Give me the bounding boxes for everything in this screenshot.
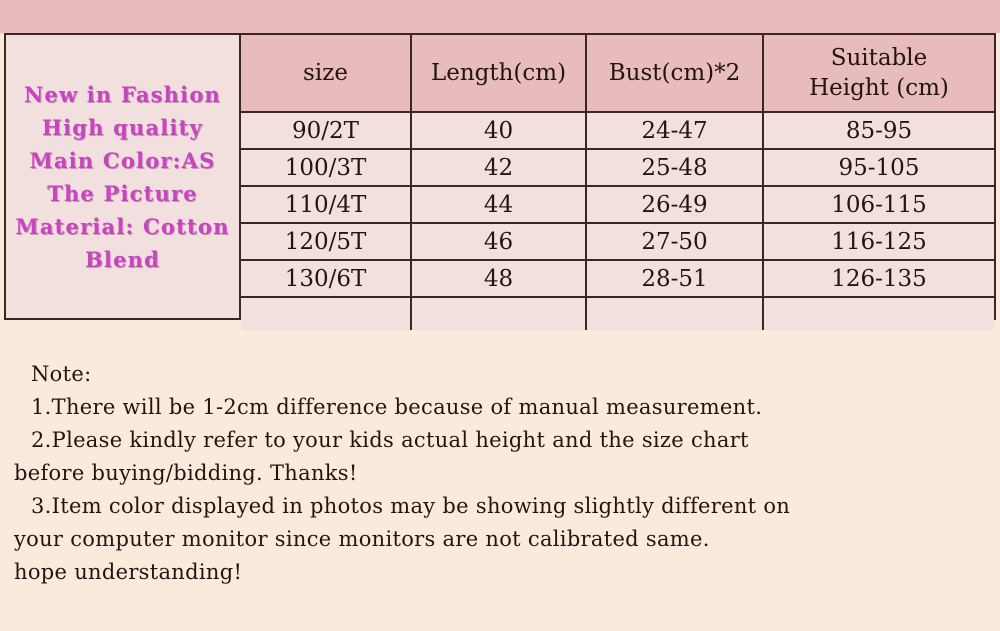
promo-line-material: Material: Cotton	[15, 213, 230, 239]
table-row: 120/5T 46 27-50 116-125	[241, 223, 994, 261]
column-header-length: Length(cm)	[411, 35, 587, 113]
notes-section: Note: 1.There will be 1-2cm difference b…	[0, 330, 1000, 589]
cell-size: 120/5T	[241, 223, 412, 261]
note-line-3a: 3.Item color displayed in photos may be …	[31, 494, 791, 518]
promo-panel: New in Fashion High quality Main Color:A…	[6, 35, 241, 318]
cell-length: 42	[411, 149, 587, 187]
column-header-suitable-height-line2: Height (cm)	[809, 75, 949, 101]
promo-line-the-picture: The Picture	[47, 180, 198, 206]
table-row: 90/2T 40 24-47 85-95	[241, 112, 994, 150]
cell-bust: 28-51	[586, 260, 764, 298]
column-header-size: size	[241, 35, 412, 113]
promo-line-high-quality: High quality	[42, 114, 203, 140]
cell-height: 126-135	[763, 260, 994, 298]
cell-size: 130/6T	[241, 260, 412, 298]
column-header-suitable-height-line1: Suitable	[830, 45, 928, 71]
note-line-2b: before buying/bidding. Thanks!	[14, 461, 358, 485]
cell-length: 44	[411, 186, 587, 224]
cell-bust: 24-47	[586, 112, 764, 150]
note-line-closing: hope understanding!	[14, 560, 243, 584]
cell-length: 46	[411, 223, 587, 261]
promo-line-blend: Blend	[84, 246, 161, 272]
promo-line-new-in-fashion: New in Fashion	[23, 81, 221, 107]
note-line-2a: 2.Please kindly refer to your kids actua…	[31, 428, 749, 452]
cell-size: 100/3T	[241, 149, 412, 187]
table-row-empty	[241, 297, 994, 333]
cell-length	[411, 297, 587, 333]
cell-length: 48	[411, 260, 587, 298]
column-header-suitable-height: Suitable Height (cm)	[763, 35, 994, 113]
cell-height: 95-105	[763, 149, 994, 187]
table-row: 110/4T 44 26-49 106-115	[241, 186, 994, 224]
cell-size: 110/4T	[241, 186, 412, 224]
table-row: 100/3T 42 25-48 95-105	[241, 149, 994, 187]
note-line-1a: 1.There will be 1-2cm difference because…	[31, 395, 763, 419]
table-header-row: size Length(cm) Bust(cm)*2 Suitable Heig…	[241, 35, 994, 113]
size-chart-page: New in Fashion High quality Main Color:A…	[0, 0, 1000, 631]
table-row: 130/6T 48 28-51 126-135	[241, 260, 994, 298]
size-chart-block: New in Fashion High quality Main Color:A…	[4, 33, 996, 333]
cell-height: 116-125	[763, 223, 994, 261]
notes-title: Note:	[31, 362, 92, 386]
promo-line-main-color: Main Color:AS	[29, 147, 216, 173]
cell-size: 90/2T	[241, 112, 412, 150]
top-decorative-band	[0, 0, 1000, 33]
cell-height: 85-95	[763, 112, 994, 150]
size-table: size Length(cm) Bust(cm)*2 Suitable Heig…	[241, 35, 994, 333]
cell-height: 106-115	[763, 186, 994, 224]
note-line-3b: your computer monitor since monitors are…	[14, 527, 710, 551]
cell-bust: 25-48	[586, 149, 764, 187]
cell-size	[241, 297, 412, 333]
column-header-bust: Bust(cm)*2	[586, 35, 764, 113]
cell-height	[763, 297, 994, 333]
cell-bust: 26-49	[586, 186, 764, 224]
cell-length: 40	[411, 112, 587, 150]
cell-bust	[586, 297, 764, 333]
cell-bust: 27-50	[586, 223, 764, 261]
